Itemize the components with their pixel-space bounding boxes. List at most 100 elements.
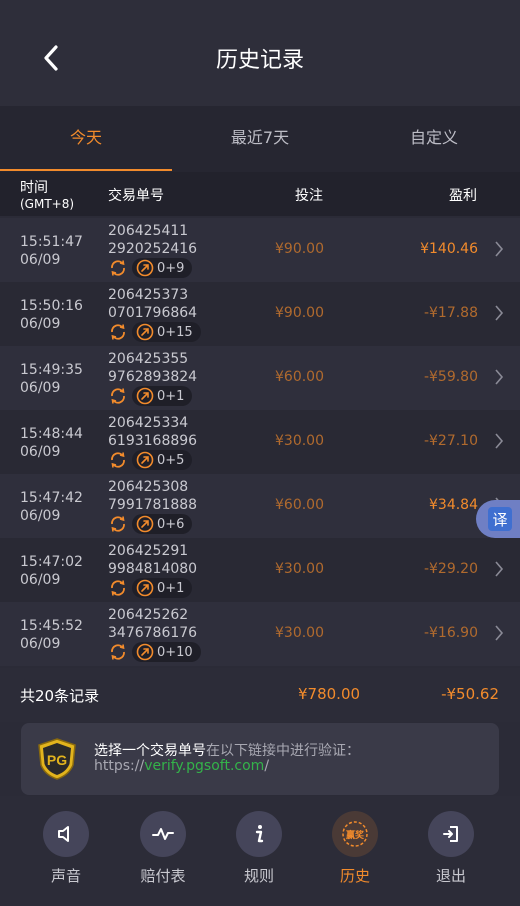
row-txid-part2: 0701796864: [108, 305, 198, 321]
row-bet: ¥30.00: [275, 433, 324, 449]
row-txid: 206425355 9762893824: [108, 350, 197, 386]
free-spin-count: 0+10: [157, 644, 193, 660]
row-badges: 0+1: [108, 578, 193, 598]
free-spin-badge: 0+5: [132, 450, 193, 470]
row-time: 15:47:42 06/09: [20, 489, 83, 525]
summary-bar: 共20条记录 ¥780.00 -¥50.62: [0, 668, 520, 722]
free-spin-count: 0+1: [157, 580, 185, 596]
chevron-right-icon: [494, 304, 504, 322]
row-txid: 206425373 0701796864: [108, 286, 197, 322]
row-txid-part2: 2920252416: [108, 241, 198, 257]
info-icon: [255, 825, 264, 843]
row-txid: 206425308 7991781888: [108, 478, 197, 514]
spin-icon: [108, 450, 128, 470]
free-spin-badge: 0+1: [132, 386, 193, 406]
spin-icon: [108, 578, 128, 598]
row-bet: ¥60.00: [275, 369, 324, 385]
svg-text:PG: PG: [47, 752, 67, 768]
free-spin-icon: [136, 323, 154, 341]
verify-link[interactable]: verify.pgsoft.com: [144, 758, 264, 774]
row-time: 15:49:35 06/09: [20, 361, 83, 397]
spin-icon: [108, 386, 128, 406]
row-txid-part1: 206425355: [108, 351, 189, 367]
table-row[interactable]: 15:50:16 06/09 206425373 0701796864 0+15 ¥90.…: [0, 282, 520, 346]
row-profit: -¥29.20: [423, 561, 478, 577]
row-txid-part1: 206425373: [108, 287, 189, 303]
row-badges: 0+1: [108, 386, 193, 406]
col-timezone: (GMT+8): [20, 197, 75, 211]
free-spin-icon: [136, 643, 154, 661]
active-tab-indicator: [0, 169, 172, 171]
nav-history-label: 历史: [339, 867, 370, 885]
free-spin-icon: [136, 387, 154, 405]
nav-paytable-circle: [140, 811, 186, 857]
total-profit: -¥50.62: [441, 685, 499, 703]
row-profit: ¥34.84: [429, 497, 478, 513]
row-time-date: 06/09: [20, 380, 61, 396]
nav-sound[interactable]: 声音: [31, 811, 101, 886]
free-spin-icon: [136, 579, 154, 597]
verify-url-prefix: https://: [94, 758, 145, 774]
nav-rules-label: 规则: [243, 867, 274, 885]
translate-icon: 译: [488, 507, 512, 531]
nav-history[interactable]: 赢奖 历史: [320, 811, 390, 886]
tab-last-7-days[interactable]: 最近7天: [172, 106, 348, 172]
table-row[interactable]: 15:47:02 06/09 206425291 9984814080 0+1 ¥30.0…: [0, 538, 520, 602]
row-time-date: 06/09: [20, 252, 61, 268]
verify-panel: PG 选择一个交易单号在以下链接中进行验证： https://verify.pg…: [21, 723, 499, 795]
free-spin-icon: [136, 451, 154, 469]
row-time-clock: 15:51:47: [20, 234, 83, 250]
table-row[interactable]: 15:51:47 06/09 206425411 2920252416 0+9 ¥90.0…: [0, 218, 520, 282]
row-txid-part1: 206425334: [108, 415, 189, 431]
verify-rest: 在以下链接中进行验证：: [206, 743, 360, 759]
table-row[interactable]: 15:45:52 06/09 206425262 3476786176 0+10 ¥30.…: [0, 602, 520, 666]
table-row[interactable]: 15:48:44 06/09 206425334 6193168896 0+5 ¥30.0…: [0, 410, 520, 474]
total-bet: ¥780.00: [298, 685, 361, 703]
row-time: 15:48:44 06/09: [20, 425, 83, 461]
verify-url: https://verify.pgsoft.com/: [94, 758, 269, 774]
verify-strong: 选择一个交易单号: [94, 743, 206, 759]
chevron-right-icon: [494, 560, 504, 578]
nav-paytable[interactable]: 赔付表: [128, 811, 198, 886]
row-time-clock: 15:45:52: [20, 618, 83, 634]
chevron-right-icon: [494, 240, 504, 258]
chevron-right-icon: [494, 432, 504, 450]
tab-custom[interactable]: 自定义: [348, 106, 520, 172]
row-time: 15:47:02 06/09: [20, 553, 83, 589]
row-bet: ¥30.00: [275, 625, 324, 641]
free-spin-badge: 0+10: [132, 642, 201, 662]
free-spin-count: 0+5: [157, 452, 185, 468]
row-txid: 206425334 6193168896: [108, 414, 197, 450]
nav-exit-label: 退出: [435, 867, 466, 885]
table-row[interactable]: 15:49:35 06/09 206425355 9762893824 0+1 ¥60.0…: [0, 346, 520, 410]
chevron-right-icon: [494, 368, 504, 386]
speaker-icon: [58, 826, 69, 842]
nav-exit-circle: [428, 811, 474, 857]
row-txid-part2: 7991781888: [108, 497, 198, 513]
spin-icon: [108, 258, 128, 278]
free-spin-badge: 0+9: [132, 258, 193, 278]
row-time-clock: 15:49:35: [20, 362, 83, 378]
col-time: 时间: [20, 180, 48, 196]
nav-exit[interactable]: 退出: [416, 811, 486, 886]
free-spin-icon: [136, 259, 154, 277]
free-spin-count: 0+6: [157, 516, 185, 532]
row-txid-part2: 9762893824: [108, 369, 198, 385]
row-txid-part2: 6193168896: [108, 433, 198, 449]
row-txid: 206425411 2920252416: [108, 222, 197, 258]
page-title: 历史记录: [215, 48, 304, 73]
spin-icon: [108, 514, 128, 534]
svg-text:赢奖: 赢奖: [346, 829, 365, 841]
row-time-clock: 15:47:42: [20, 490, 83, 506]
free-spin-badge: 0+6: [132, 514, 193, 534]
verify-url-suffix: /: [264, 758, 270, 774]
tab-today[interactable]: 今天: [0, 106, 172, 172]
row-txid: 206425291 9984814080: [108, 542, 197, 578]
row-txid-part2: 3476786176: [108, 625, 198, 641]
table-row[interactable]: 15:47:42 06/09 206425308 7991781888 0+6 ¥60.0…: [0, 474, 520, 538]
translate-button[interactable]: 译: [476, 500, 520, 538]
row-time-date: 06/09: [20, 508, 61, 524]
row-time-date: 06/09: [20, 316, 61, 332]
row-bet: ¥30.00: [275, 561, 324, 577]
nav-rules[interactable]: 规则: [224, 811, 294, 886]
